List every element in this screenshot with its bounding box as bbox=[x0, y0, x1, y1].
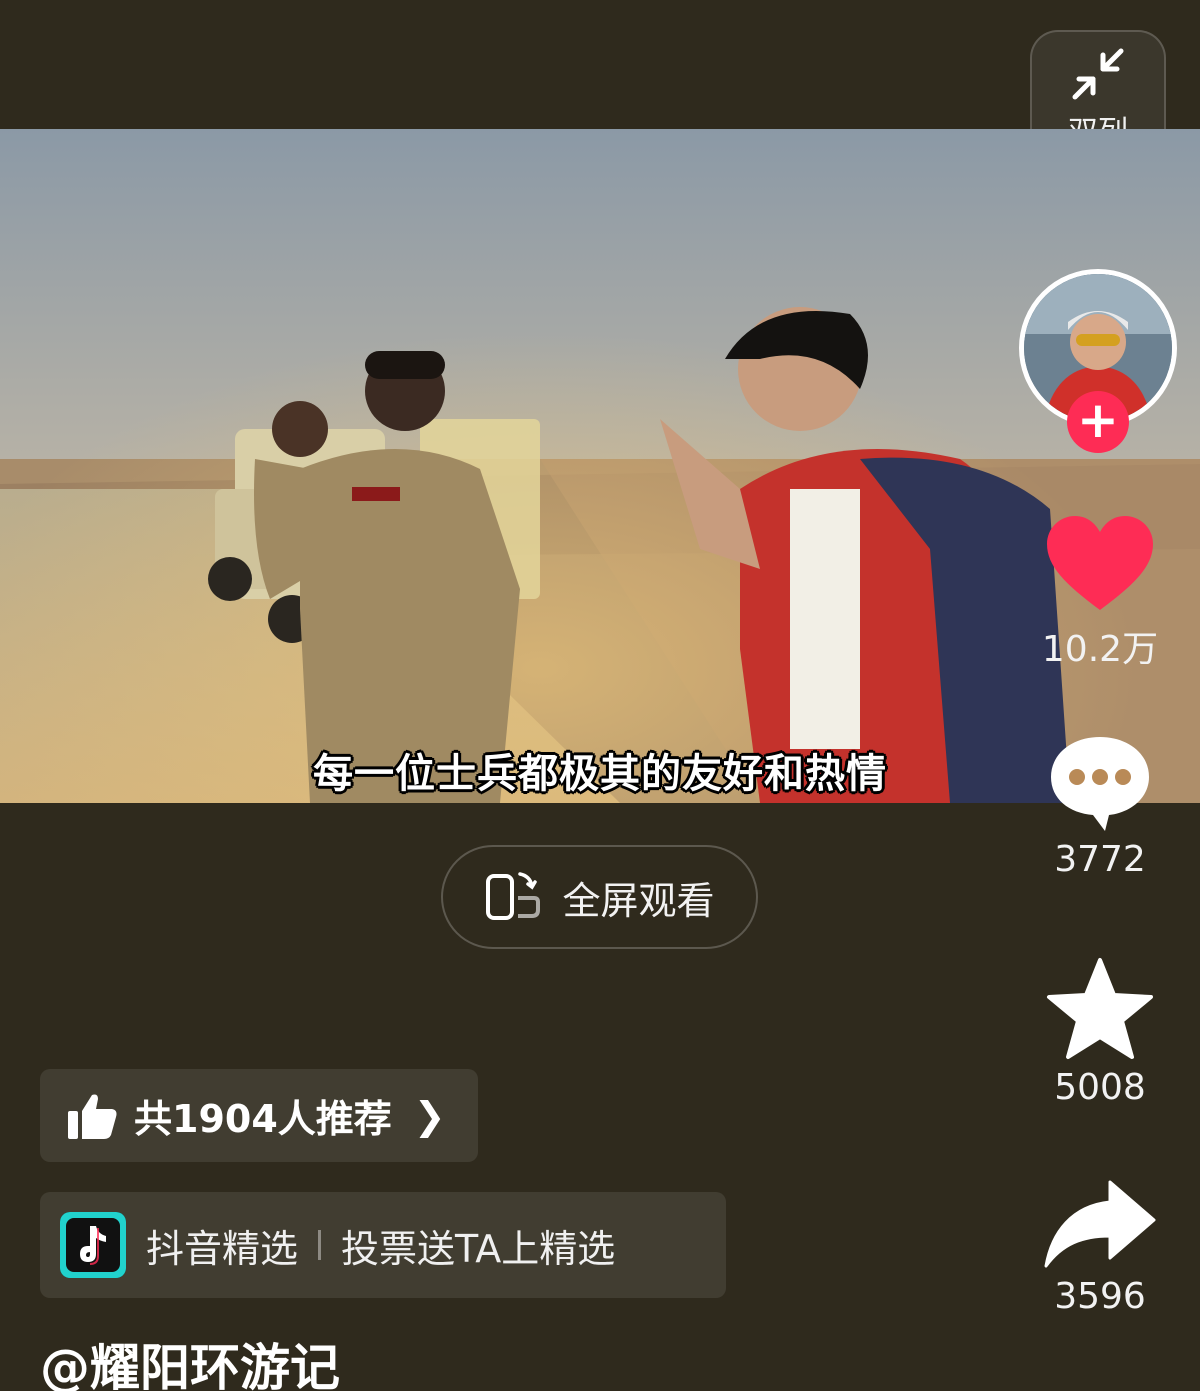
favorite-action[interactable]: 5008 bbox=[1030, 957, 1170, 1108]
vote-cta-label: 投票送TA上精选 bbox=[341, 1226, 616, 1271]
douyin-selected-bar[interactable]: 抖音精选 投票送TA上精选 bbox=[40, 1192, 726, 1298]
douyin-selected-label: 抖音精选 bbox=[146, 1226, 299, 1271]
share-arrow-icon bbox=[1044, 1180, 1156, 1268]
comment-bubble-icon bbox=[1051, 737, 1149, 831]
fullscreen-watch-button[interactable]: 全屏观看 bbox=[441, 845, 758, 949]
recommend-bar[interactable]: 共1904人推荐 ❯ bbox=[40, 1069, 478, 1162]
collapse-arrows-icon bbox=[1072, 48, 1124, 99]
share-count: 3596 bbox=[1054, 1276, 1146, 1317]
recommend-count-text: 共1904人推荐 bbox=[134, 1097, 392, 1141]
video-frame bbox=[0, 129, 1200, 803]
thumbs-up-icon bbox=[68, 1094, 117, 1139]
video-player[interactable]: 每一位士兵都极其的友好和热情 bbox=[0, 129, 1200, 803]
heart-icon bbox=[1047, 516, 1153, 610]
fullscreen-watch-label: 全屏观看 bbox=[562, 878, 715, 923]
star-icon bbox=[1047, 958, 1153, 1059]
chevron-right-icon: ❯ bbox=[413, 1093, 446, 1138]
video-subtitle: 每一位士兵都极其的友好和热情 bbox=[313, 751, 887, 797]
douyin-logo-icon bbox=[60, 1212, 126, 1278]
author-handle[interactable]: @耀阳环游记 bbox=[40, 1328, 340, 1391]
favorite-count: 5008 bbox=[1054, 1067, 1146, 1108]
author-avatar-group[interactable]: + bbox=[1019, 269, 1177, 453]
like-count: 10.2万 bbox=[1041, 629, 1159, 670]
comment-action[interactable]: 3772 bbox=[1030, 733, 1170, 880]
like-action[interactable]: 10.2万 bbox=[1030, 514, 1170, 672]
comment-count: 3772 bbox=[1054, 839, 1146, 880]
video-feed-screen: 双列 bbox=[0, 0, 1200, 1391]
rotate-phone-icon bbox=[486, 872, 541, 920]
divider bbox=[318, 1230, 322, 1260]
share-action[interactable]: 3596 bbox=[1030, 1180, 1170, 1317]
follow-button[interactable]: + bbox=[1067, 391, 1129, 453]
